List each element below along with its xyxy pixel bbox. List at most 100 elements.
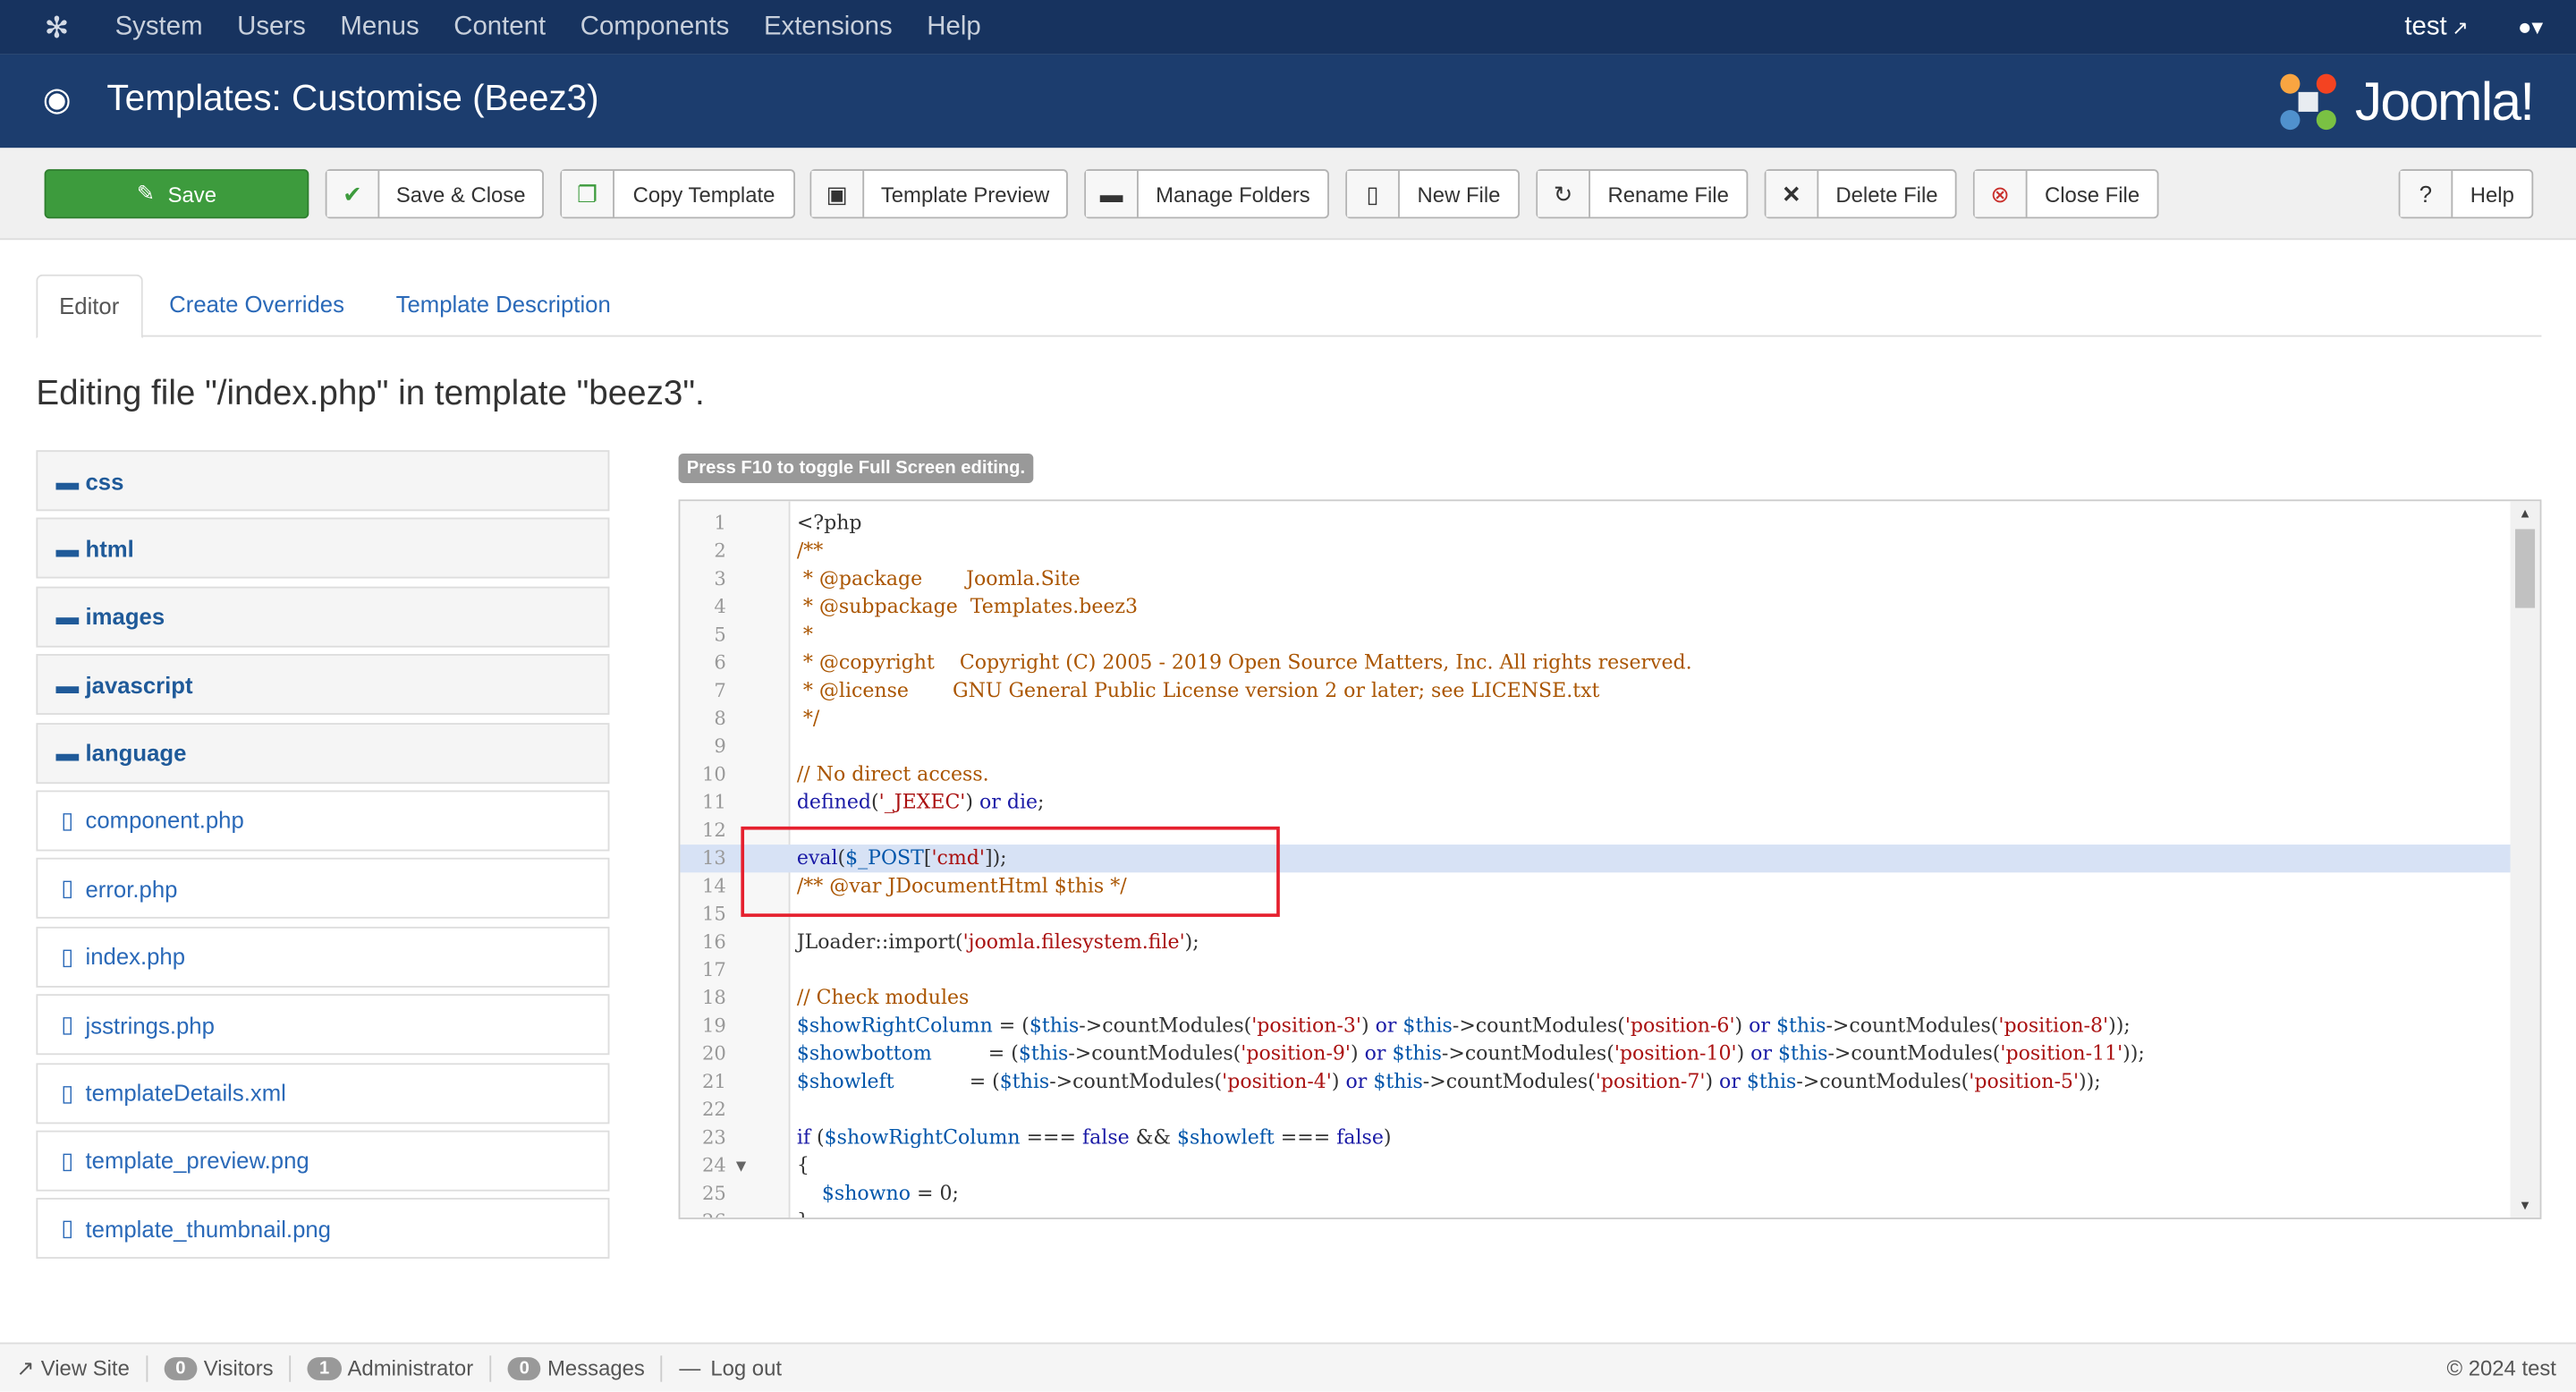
image-icon: ▣ (811, 171, 865, 217)
site-link[interactable]: test (2404, 13, 2446, 42)
joomla-logo-icon (2281, 73, 2337, 131)
help-button[interactable]: ? Help (2398, 169, 2534, 219)
tab-template-description[interactable]: Template Description (375, 275, 632, 339)
code-token: $this (1373, 1069, 1423, 1093)
file-icon: ▯ (61, 942, 74, 970)
code-token: $this (1746, 1069, 1797, 1093)
code-line[interactable]: 26} (680, 1208, 2539, 1218)
code-token: * @subpackage Templates.beez3 (796, 594, 1139, 618)
code-token: /** (796, 539, 824, 563)
code-line[interactable]: 2 /** (680, 538, 2539, 565)
file-jsstrings-php[interactable]: ▯ jsstrings.php (36, 994, 610, 1056)
code-line[interactable]: 10 // No direct access. (680, 760, 2539, 788)
menu-menus[interactable]: Menus (340, 13, 419, 42)
code-line[interactable]: 3 * @package Joomla.Site (680, 565, 2539, 593)
delete-file-button[interactable]: ✕ Delete File (1764, 169, 1957, 219)
file-template-preview-png[interactable]: ▯ template_preview.png (36, 1130, 610, 1192)
template-preview-button[interactable]: ▣ Template Preview (809, 169, 1068, 219)
code-token: && (1129, 1125, 1177, 1149)
scroll-up-icon[interactable]: ▲ (2519, 506, 2532, 522)
code-line[interactable]: 11 defined('_JEXEC') or die; (680, 789, 2539, 817)
code-text: $showRightColumn = ($this->countModules(… (797, 1012, 2131, 1040)
code-token: ) (1383, 1125, 1392, 1149)
menu-system[interactable]: System (115, 13, 203, 42)
logout-link[interactable]: — Log out (663, 1354, 798, 1380)
code-line[interactable]: 7 * @license GNU General Public License … (680, 677, 2539, 705)
save-close-button[interactable]: ✔ Save & Close (325, 169, 544, 219)
code-line[interactable]: 21 $showleft = ($this->countModules('posi… (680, 1068, 2539, 1096)
file-templatedetails-xml[interactable]: ▯ templateDetails.xml (36, 1062, 610, 1124)
file-index-php[interactable]: ▯ index.php (36, 926, 610, 988)
manage-folders-button[interactable]: ▬ Manage Folders (1084, 169, 1329, 219)
save-button[interactable]: ✎ Save (44, 169, 309, 219)
fold-arrow-icon[interactable]: ▼ (736, 1152, 746, 1180)
code-line[interactable]: 16 JLoader::import('joomla.filesystem.fil… (680, 929, 2539, 956)
code-text: $showbottom = ($this->countModules('posi… (797, 1040, 2145, 1068)
code-token: )); (2123, 1041, 2145, 1065)
line-number: 22 (701, 1097, 726, 1121)
line-number: 3 (714, 566, 726, 590)
scrollbar-thumb[interactable] (2515, 529, 2536, 608)
folder-language[interactable]: ▬ language (36, 722, 610, 784)
code-token: ->countModules( (1422, 1069, 1596, 1093)
code-token: false (1082, 1125, 1130, 1149)
menu-content[interactable]: Content (453, 13, 546, 42)
code-line[interactable]: 20 $showbottom = ($this->countModules('po… (680, 1040, 2539, 1068)
file-icon: ▯ (61, 806, 74, 834)
copyright-text: © 2024 test (2446, 1355, 2556, 1380)
code-line[interactable]: 9 (680, 733, 2539, 760)
code-line[interactable]: 22 (680, 1096, 2539, 1124)
folder-images[interactable]: ▬ images (36, 586, 610, 648)
menu-components[interactable]: Components (580, 13, 730, 42)
view-site-link[interactable]: ↗ View Site (0, 1354, 148, 1381)
fullscreen-hint: Press F10 to toggle Full Screen editing. (678, 453, 1034, 484)
code-line[interactable]: 4 * @subpackage Templates.beez3 (680, 593, 2539, 621)
code-token: = ( (992, 1014, 1030, 1037)
code-token: * (796, 623, 813, 646)
code-line[interactable]: 1 <?php (680, 509, 2539, 537)
menu-help[interactable]: Help (927, 13, 980, 42)
menu-extensions[interactable]: Extensions (764, 13, 893, 42)
folder-css[interactable]: ▬ css (36, 450, 610, 512)
file-error-php[interactable]: ▯ error.php (36, 858, 610, 920)
code-line[interactable]: 18 // Check modules (680, 984, 2539, 1012)
folder-html[interactable]: ▬ html (36, 518, 610, 580)
code-token: ); (1184, 929, 1199, 954)
code-line[interactable]: 5 * (680, 621, 2539, 649)
rename-file-button[interactable]: ↻ Rename File (1536, 169, 1749, 219)
file-template-thumbnail-png[interactable]: ▯ template_thumbnail.png (36, 1198, 610, 1260)
line-number: 9 (714, 734, 726, 758)
code-line[interactable]: 6 * @copyright Copyright (C) 2005 - 2019… (680, 649, 2539, 677)
close-file-button[interactable]: ⊗ Close File (1972, 169, 2159, 219)
folder-icon: ▬ (55, 603, 80, 630)
file-icon: ▯ (61, 1214, 74, 1242)
code-token: or (1750, 1041, 1773, 1065)
joomla-icon[interactable]: ✻ (45, 12, 70, 47)
line-number: 21 (701, 1069, 726, 1093)
folder-javascript[interactable]: ▬ javascript (36, 654, 610, 716)
scroll-down-icon[interactable]: ▼ (2519, 1198, 2532, 1213)
joomla-wordmark: Joomla! (2354, 70, 2535, 132)
code-line[interactable]: 23 if ($showRightColumn === false && $sho… (680, 1124, 2539, 1151)
new-file-button[interactable]: ▯ New File (1345, 169, 1520, 219)
code-line[interactable]: 19 $showRightColumn = ($this->countModule… (680, 1012, 2539, 1040)
code-line[interactable]: 17 (680, 956, 2539, 984)
file-component-php[interactable]: ▯ component.php (36, 790, 610, 852)
code-text: * @license GNU General Public License ve… (797, 677, 1600, 705)
code-line[interactable]: 24 ▼ { (680, 1152, 2539, 1180)
tab-editor[interactable]: Editor (36, 274, 143, 339)
file-tree: ▬ css ▬ html ▬ images ▬ javascript ▬ language… (36, 450, 610, 1266)
file-icon: ▯ (61, 1078, 74, 1106)
messages-link[interactable]: 0 Messages (491, 1354, 664, 1381)
code-token: defined (796, 790, 872, 814)
code-token: die (1006, 790, 1038, 814)
user-icon[interactable]: ●▾ (2518, 13, 2543, 41)
code-line[interactable]: 25 $showno = 0; (680, 1180, 2539, 1208)
editor-scrollbar[interactable]: ▲ ▼ (2510, 501, 2540, 1218)
tab-create-overrides[interactable]: Create Overrides (148, 275, 366, 339)
menu-users[interactable]: Users (237, 13, 306, 42)
copy-template-button[interactable]: ❐ Copy Template (560, 169, 795, 219)
code-line[interactable]: 8 */ (680, 705, 2539, 733)
